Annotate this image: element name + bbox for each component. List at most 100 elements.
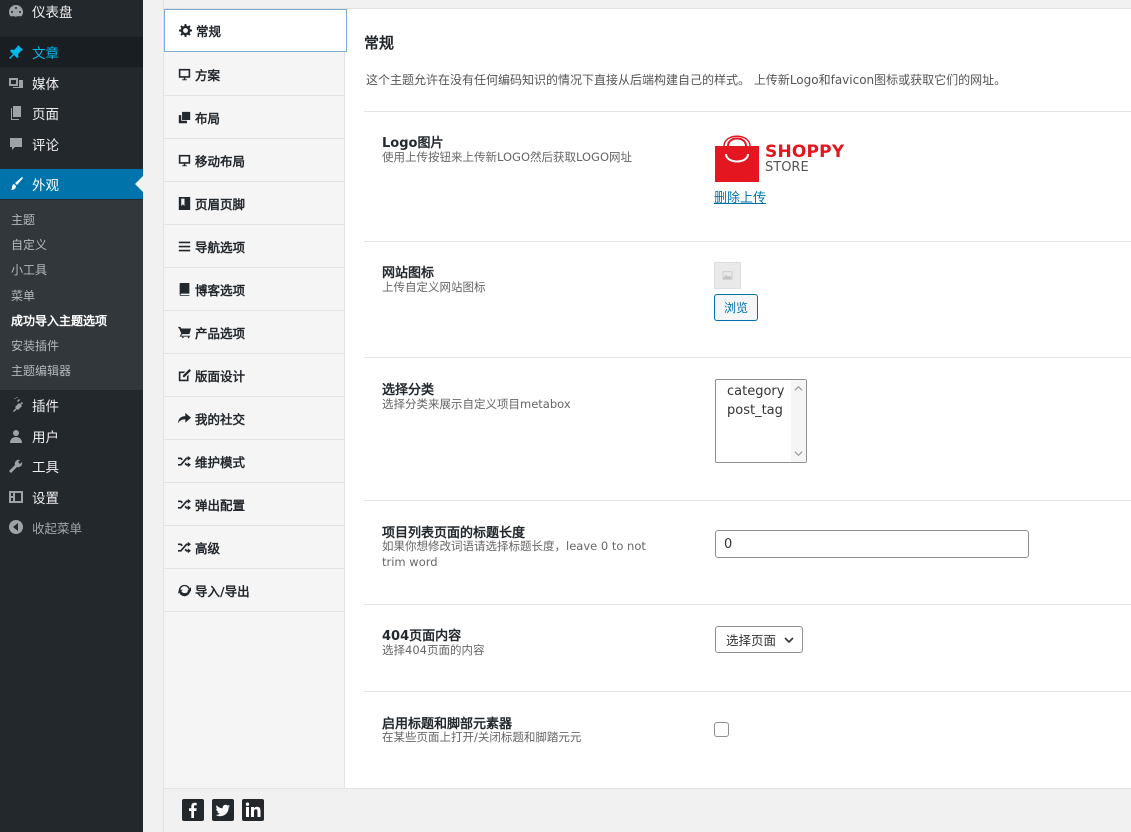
sidebar-item-posts[interactable]: 文章 — [0, 37, 143, 67]
sidebar-item-label: 页面 — [32, 107, 59, 123]
gear-icon — [179, 24, 192, 37]
linkedin-link[interactable] — [242, 799, 264, 821]
remove-upload-link[interactable]: 删除上传 — [714, 187, 766, 206]
collapse-menu-button[interactable]: 收起菜单 — [0, 512, 143, 542]
submenu-themes[interactable]: 主题 — [11, 211, 35, 228]
tab-label: 页眉页脚 — [195, 196, 246, 212]
sidebar-item-pages[interactable]: 页面 — [0, 98, 143, 128]
tab-general[interactable]: 常规 — [164, 9, 347, 52]
tab-advanced[interactable]: 高级 — [164, 526, 344, 569]
wrench-icon — [0, 458, 32, 474]
twitter-link[interactable] — [212, 799, 234, 821]
taxonomy-option[interactable]: category — [727, 384, 784, 399]
sidebar-item-users[interactable]: 用户 — [0, 421, 143, 451]
desktop-icon — [178, 68, 191, 80]
page404-select[interactable]: 选择页面 — [715, 626, 803, 653]
page-icon — [0, 105, 32, 121]
refresh-icon — [178, 584, 191, 596]
tab-import-export[interactable]: 导入/导出 — [164, 569, 344, 612]
edit-icon — [178, 368, 191, 381]
divider — [364, 500, 1131, 501]
submenu-install-plugins[interactable]: 安装插件 — [11, 337, 59, 354]
sidebar-item-label: 外观 — [32, 178, 59, 194]
panel-top-bar — [164, 0, 1131, 9]
divider — [364, 691, 1131, 692]
page404-help: 选择404页面的内容 — [382, 643, 485, 657]
header-footer-help: 在某些页面上打开/关闭标题和脚踏元元 — [382, 730, 582, 744]
sidebar-item-comments[interactable]: 评论 — [0, 129, 143, 159]
linkedin-icon — [245, 802, 261, 817]
tab-label: 博客选项 — [195, 282, 246, 298]
section-description: 这个主题允许在没有任何编码知识的情况下直接从后端构建自己的样式。 上传新Logo… — [366, 73, 1007, 87]
taxonomy-multiselect[interactable]: category post_tag — [715, 379, 807, 463]
tab-design[interactable]: 版面设计 — [164, 354, 344, 397]
title-length-help: 如果你想修改词语请选择标题长度，leave 0 to not trim word — [382, 539, 646, 569]
tab-header-footer[interactable]: 页眉页脚 — [164, 182, 344, 225]
tab-social[interactable]: 我的社交 — [164, 397, 344, 440]
collapse-icon — [0, 519, 32, 535]
cart-icon — [178, 326, 191, 338]
plugin-icon — [0, 397, 32, 413]
options-tab-list: 常规 方案 布局 移动布局 页眉页脚 导航选项 博客选项 产品选项 版面设计 我… — [164, 9, 347, 789]
logo-brand-line1: SHOPPY — [765, 142, 845, 162]
tab-maintenance[interactable]: 维护模式 — [164, 440, 344, 483]
favicon-placeholder — [714, 262, 741, 289]
chevron-down-icon — [794, 451, 803, 457]
sidebar-item-label: 文章 — [32, 46, 59, 62]
tab-navigation[interactable]: 导航选项 — [164, 225, 344, 268]
tab-mobile-layout[interactable]: 移动布局 — [164, 139, 344, 182]
taxonomy-option[interactable]: post_tag — [727, 403, 783, 418]
bars-icon — [178, 241, 191, 251]
tab-popup[interactable]: 弹出配置 — [164, 483, 344, 526]
listbox-scrollbar[interactable] — [791, 380, 806, 462]
bookmark-icon — [178, 196, 191, 210]
sidebar-item-plugins[interactable]: 插件 — [0, 390, 143, 420]
tab-label: 移动布局 — [195, 153, 246, 169]
tab-label: 常规 — [196, 24, 222, 39]
header-footer-checkbox[interactable] — [714, 722, 729, 737]
browse-button[interactable]: 浏览 — [714, 294, 758, 321]
sidebar-item-label: 收起菜单 — [32, 520, 83, 536]
sidebar-item-tools[interactable]: 工具 — [0, 451, 143, 481]
submenu-menus[interactable]: 菜单 — [11, 287, 35, 304]
page-title: 常规 — [364, 34, 395, 52]
tab-label: 版面设计 — [195, 368, 246, 384]
brush-icon — [0, 176, 32, 192]
tab-label: 布局 — [195, 110, 221, 126]
logo-brand-line2: STORE — [765, 160, 809, 175]
sidebar-item-label: 设置 — [32, 491, 59, 507]
media-icon — [0, 75, 32, 91]
twitter-icon — [215, 804, 230, 817]
sidebar-item-media[interactable]: 媒体 — [0, 68, 143, 98]
tab-layout[interactable]: 布局 — [164, 96, 344, 139]
tab-label: 维护模式 — [195, 454, 246, 470]
logo-preview: SHOPPY STORE — [714, 132, 844, 182]
submenu-theme-options[interactable]: 成功导入主题选项 — [11, 312, 107, 329]
submenu-customize[interactable]: 自定义 — [11, 236, 47, 253]
sidebar-item-label: 插件 — [32, 399, 59, 415]
tab-blog[interactable]: 博客选项 — [164, 268, 344, 311]
sidebar-item-dashboard[interactable]: 仪表盘 — [0, 0, 143, 26]
divider — [364, 357, 1131, 358]
logo-help: 使用上传按钮来上传新LOGO然后获取LOGO网址 — [382, 150, 633, 164]
tab-label: 导航选项 — [195, 239, 246, 255]
desktop-icon — [178, 154, 191, 166]
sidebar-item-label: 工具 — [32, 460, 59, 476]
pin-icon — [0, 44, 32, 60]
logo-wordmark: SHOPPY STORE — [765, 144, 844, 176]
tab-product[interactable]: 产品选项 — [164, 311, 344, 354]
tab-label: 高级 — [195, 540, 221, 556]
user-icon — [0, 428, 32, 444]
submenu-widgets[interactable]: 小工具 — [11, 261, 47, 278]
sidebar-item-settings[interactable]: 设置 — [0, 482, 143, 512]
sidebar-item-label: 仪表盘 — [32, 5, 73, 21]
sidebar-item-appearance[interactable]: 外观 — [0, 169, 143, 199]
submenu-theme-editor[interactable]: 主题编辑器 — [11, 362, 71, 379]
title-length-input[interactable]: 0 — [715, 530, 1029, 558]
facebook-link[interactable] — [182, 799, 204, 821]
tab-scheme[interactable]: 方案 — [164, 53, 344, 96]
shuffle-icon — [178, 498, 191, 510]
tab-label: 导入/导出 — [195, 583, 250, 599]
divider — [364, 241, 1131, 242]
comment-icon — [0, 136, 32, 152]
